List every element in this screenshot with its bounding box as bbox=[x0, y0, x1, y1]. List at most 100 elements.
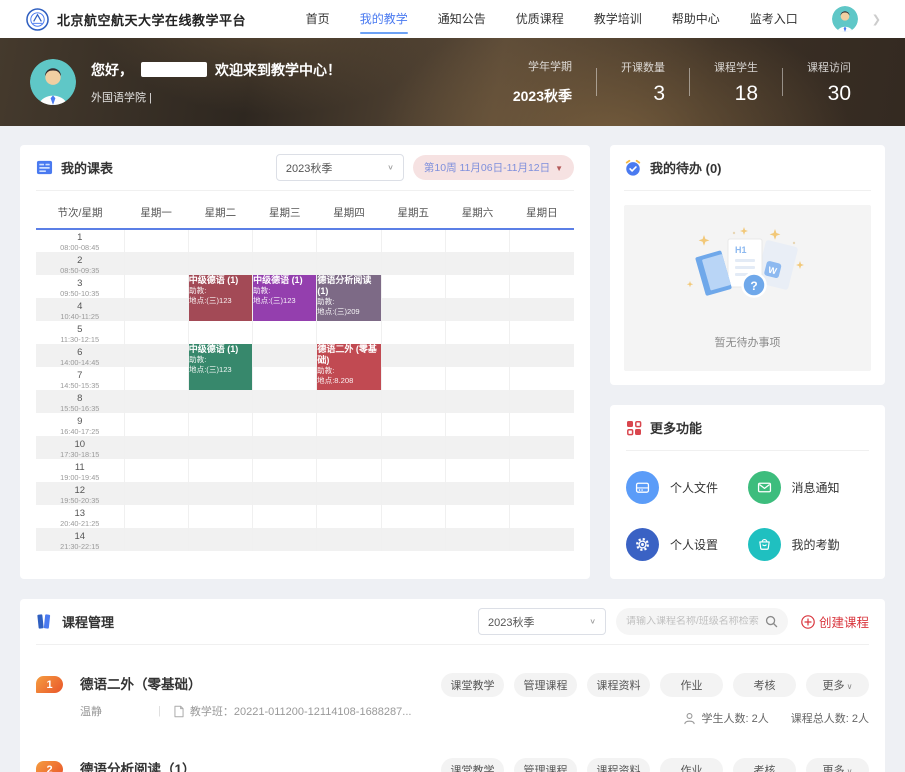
tt-cell bbox=[124, 367, 188, 390]
action-button-5[interactable]: 更多 ∨ bbox=[806, 758, 869, 772]
tt-cell bbox=[317, 252, 381, 275]
course-block[interactable]: 中级德语 (1)助教:地点:(三)123 bbox=[188, 344, 252, 390]
tt-cell bbox=[445, 298, 509, 321]
stat-2: 课程学生18 bbox=[690, 59, 782, 106]
tt-period: 208:50-09:35 bbox=[36, 252, 124, 275]
todo-card: 我的待办 (0) W H1 ? bbox=[610, 145, 885, 385]
tt-cell bbox=[188, 459, 252, 482]
more-item-3[interactable]: 我的考勤 bbox=[748, 528, 870, 561]
tt-cell bbox=[253, 344, 317, 367]
course-block[interactable]: 德语二外 (零基础)助教:地点:8.208 bbox=[317, 344, 381, 390]
tt-cell bbox=[381, 298, 445, 321]
action-button-3[interactable]: 作业 bbox=[660, 758, 723, 772]
tt-cell bbox=[317, 505, 381, 528]
cm-term-value: 2023秋季 bbox=[488, 614, 534, 630]
nav-menu: 首页我的教学通知公告优质课程教学培训帮助中心监考入口 bbox=[306, 4, 798, 34]
user-avatar[interactable] bbox=[832, 6, 858, 32]
gear-icon bbox=[626, 528, 659, 561]
tt-cell bbox=[381, 413, 445, 436]
chevron-right-icon[interactable]: ❯ bbox=[872, 13, 881, 26]
course-row: 1德语二外（零基础）温静|教学班：20221-011200-12114108-1… bbox=[36, 673, 869, 726]
course-search-input[interactable] bbox=[626, 616, 765, 627]
nav-item-5[interactable]: 帮助中心 bbox=[672, 4, 720, 34]
chevron-down-icon: ∨ bbox=[844, 682, 852, 691]
tt-cell bbox=[510, 459, 574, 482]
timetable-grid: 节次/星期星期一星期二星期三星期四星期五星期六星期日 108:00-08:452… bbox=[36, 197, 574, 551]
tt-cell bbox=[510, 367, 574, 390]
tt-cell bbox=[253, 482, 317, 505]
action-button-5[interactable]: 更多 ∨ bbox=[806, 673, 869, 697]
nav-item-6[interactable]: 监考入口 bbox=[750, 4, 798, 34]
course-block[interactable]: 中级德语 (1)助教:地点:(三)123 bbox=[253, 275, 317, 321]
action-button-1[interactable]: 管理课程 bbox=[514, 758, 577, 772]
tt-cell bbox=[381, 321, 445, 344]
action-button-0[interactable]: 课堂教学 bbox=[441, 673, 504, 697]
top-navbar: 北京航空航天大学在线教学平台 首页我的教学通知公告优质课程教学培训帮助中心监考入… bbox=[0, 0, 905, 38]
chevron-down-icon: ∨ bbox=[387, 163, 394, 172]
cm-term-select[interactable]: 2023秋季 ∨ bbox=[478, 608, 606, 635]
tt-cell bbox=[381, 459, 445, 482]
timetable-card: 我的课表 2023秋季 ∨ 第10周 11月06日-11月12日 ▼ 节次/星期… bbox=[20, 145, 590, 579]
action-button-4[interactable]: 考核 bbox=[733, 673, 796, 697]
nav-item-2[interactable]: 通知公告 bbox=[438, 4, 486, 34]
banner-avatar bbox=[30, 59, 76, 105]
tt-cell bbox=[445, 482, 509, 505]
brand[interactable]: 北京航空航天大学在线教学平台 bbox=[26, 8, 246, 31]
tt-cell bbox=[124, 229, 188, 252]
action-button-2[interactable]: 课程资料 bbox=[587, 758, 650, 772]
course-title[interactable]: 德语二外（零基础） bbox=[80, 673, 411, 693]
nav-item-3[interactable]: 优质课程 bbox=[516, 4, 564, 34]
course-title[interactable]: 德语分析阅读（1） bbox=[80, 758, 375, 772]
tt-cell bbox=[253, 528, 317, 551]
more-item-2[interactable]: 个人设置 bbox=[626, 528, 748, 561]
tt-cell bbox=[317, 390, 381, 413]
brand-title: 北京航空航天大学在线教学平台 bbox=[57, 10, 246, 29]
course-list: 1德语二外（零基础）温静|教学班：20221-011200-12114108-1… bbox=[36, 645, 869, 772]
stat-label: 课程访问 bbox=[807, 59, 851, 75]
tt-col-header: 星期六 bbox=[445, 197, 509, 229]
term-select-value: 2023秋季 bbox=[286, 160, 332, 176]
action-button-2[interactable]: 课程资料 bbox=[587, 673, 650, 697]
tt-col-header: 星期五 bbox=[381, 197, 445, 229]
tt-cell bbox=[124, 413, 188, 436]
course-info: 德语二外（零基础） 温静|教学班：20221-011200-12114108-16… bbox=[80, 673, 411, 719]
stat-value: 30 bbox=[807, 82, 851, 106]
more-item-0[interactable]: 个人文件 bbox=[626, 471, 748, 504]
todo-title: 我的待办 (0) bbox=[650, 158, 722, 177]
tt-cell bbox=[317, 528, 381, 551]
tt-cell bbox=[253, 321, 317, 344]
tt-cell bbox=[188, 252, 252, 275]
more-item-label: 消息通知 bbox=[792, 479, 840, 496]
create-course-button[interactable]: 创建课程 bbox=[801, 612, 869, 631]
folder-icon bbox=[626, 471, 659, 504]
term-select[interactable]: 2023秋季 ∨ bbox=[276, 154, 404, 181]
course-subinfo: 温静|教学班：20221-011200-12114108-1688287... bbox=[80, 703, 411, 719]
week-selector[interactable]: 第10周 11月06日-11月12日 ▼ bbox=[413, 155, 574, 180]
nav-item-4[interactable]: 教学培训 bbox=[594, 4, 642, 34]
tt-period: 1219:50-20:35 bbox=[36, 482, 124, 505]
action-button-4[interactable]: 考核 bbox=[733, 758, 796, 772]
course-block[interactable]: 中级德语 (1)助教:地点:(三)123 bbox=[188, 275, 252, 321]
tt-period: 614:00-14:45 bbox=[36, 344, 124, 367]
stat-1: 开课数量3 bbox=[597, 59, 689, 106]
person-icon bbox=[683, 712, 696, 725]
tt-cell bbox=[510, 275, 574, 298]
action-button-1[interactable]: 管理课程 bbox=[514, 673, 577, 697]
nav-item-1[interactable]: 我的教学 bbox=[360, 4, 408, 34]
empty-illustration: W H1 ? bbox=[682, 227, 814, 324]
redacted-username bbox=[141, 62, 207, 77]
action-button-3[interactable]: 作业 bbox=[660, 673, 723, 697]
course-block[interactable]: 德语分析阅读 (1)助教:地点:(三)209 bbox=[317, 275, 381, 321]
search-icon[interactable] bbox=[765, 615, 778, 628]
tt-cell bbox=[124, 321, 188, 344]
more-item-label: 个人设置 bbox=[670, 536, 718, 553]
tt-cell bbox=[317, 436, 381, 459]
action-button-0[interactable]: 课堂教学 bbox=[441, 758, 504, 772]
tt-col-header: 星期二 bbox=[188, 197, 252, 229]
stat-3: 课程访问 30 bbox=[783, 59, 875, 106]
books-icon bbox=[36, 613, 54, 630]
more-grid: 个人文件 消息通知个人设置 我的考勤 bbox=[626, 451, 869, 561]
tt-col-header: 星期四 bbox=[317, 197, 381, 229]
nav-item-0[interactable]: 首页 bbox=[306, 4, 330, 34]
more-item-1[interactable]: 消息通知 bbox=[748, 471, 870, 504]
